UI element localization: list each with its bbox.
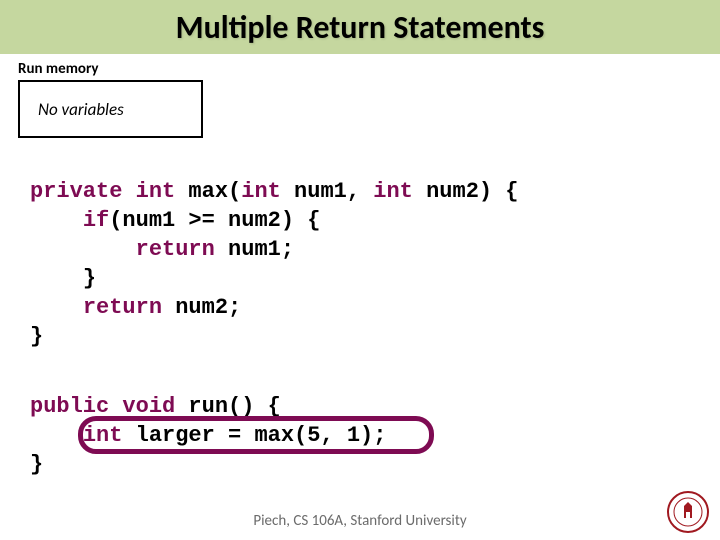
kw-int: int [373,179,413,204]
kw-if: if [83,208,109,233]
title-bar: Multiple Return Statements [0,0,720,54]
code-text: } [30,452,43,477]
stanford-seal-icon [666,490,710,534]
memory-box: No variables [18,80,203,138]
code-text: num1, [281,179,373,204]
kw-int: int [241,179,281,204]
memory-content: No variables [38,99,124,120]
code-text: } [30,324,43,349]
code-text: (num1 >= num2) { [109,208,320,233]
kw-return: return [83,295,162,320]
code-text: max( [175,179,241,204]
code-text: } [83,266,96,291]
kw-return: return [136,237,215,262]
code-text: num2) { [413,179,519,204]
run-memory-label: Run memory [18,60,98,78]
kw-int: int [136,179,176,204]
footer-text: Piech, CS 106A, Stanford University [0,512,720,530]
code-max-method: private int max(int num1, int num2) { if… [30,177,519,351]
kw-private: private [30,179,122,204]
highlight-box [78,416,434,454]
slide-title: Multiple Return Statements [176,8,545,47]
code-text: num2; [162,295,241,320]
code-text: num1; [215,237,294,262]
